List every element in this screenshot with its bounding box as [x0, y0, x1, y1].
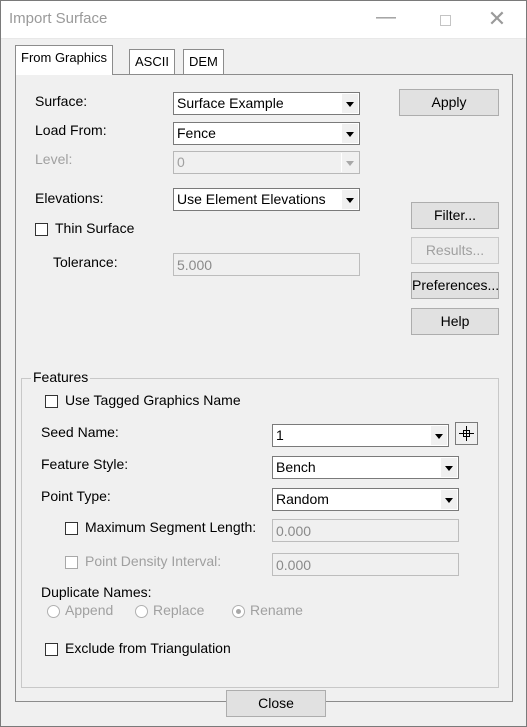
level-value: 0 [177, 154, 185, 170]
use-tagged-label: Use Tagged Graphics Name [65, 392, 241, 408]
exclude-triangulation-checkbox[interactable] [45, 643, 58, 656]
tolerance-input [174, 254, 359, 275]
title-bar[interactable]: Import Surface — ✕ [1, 1, 526, 39]
chevron-down-icon [341, 153, 358, 172]
max-segment-checkbox[interactable] [65, 522, 78, 535]
tab-dem[interactable]: DEM [183, 49, 224, 75]
level-select: 0 [173, 151, 360, 174]
rename-label: Rename [250, 602, 303, 618]
max-segment-input [273, 520, 458, 541]
surface-value: Surface Example [177, 95, 284, 111]
preferences-button[interactable]: Preferences... [411, 272, 499, 299]
surface-select[interactable]: Surface Example [173, 92, 360, 115]
tolerance-field [173, 253, 360, 276]
minimize-button[interactable]: — [366, 5, 406, 35]
chevron-down-icon[interactable] [440, 458, 457, 477]
window-title: Import Surface [9, 10, 108, 27]
replace-radio [135, 605, 148, 618]
chevron-down-icon[interactable] [341, 124, 358, 143]
duplicate-names-label: Duplicate Names: [41, 584, 152, 600]
maximize-button [425, 5, 465, 35]
feature-style-select[interactable]: Bench [272, 456, 459, 479]
apply-button[interactable]: Apply [399, 89, 499, 116]
load-from-select[interactable]: Fence [173, 122, 360, 145]
seed-name-select[interactable]: 1 [272, 424, 449, 447]
import-surface-dialog: Import Surface — ✕ From Graphics ASCII D… [0, 0, 527, 727]
point-density-label: Point Density Interval: [85, 553, 222, 569]
close-button[interactable]: Close [226, 690, 326, 717]
point-type-value: Random [276, 491, 329, 507]
maximize-icon [439, 15, 451, 26]
thin-surface-label: Thin Surface [55, 220, 135, 236]
tab-ascii[interactable]: ASCII [129, 49, 175, 75]
elevations-label: Elevations: [35, 190, 104, 206]
seed-name-value: 1 [276, 427, 284, 443]
tolerance-label: Tolerance: [53, 254, 118, 270]
point-density-field [272, 553, 459, 576]
replace-label: Replace [153, 602, 205, 618]
elevations-select[interactable]: Use Element Elevations [173, 188, 360, 211]
point-density-checkbox [65, 556, 78, 569]
append-label: Append [65, 602, 114, 618]
close-icon: ✕ [487, 6, 507, 31]
minimize-icon: — [376, 6, 396, 28]
append-radio [47, 605, 60, 618]
tab-from-graphics[interactable]: From Graphics [15, 45, 113, 75]
features-group-title: Features [31, 369, 91, 385]
seed-name-label: Seed Name: [41, 424, 119, 440]
rename-radio [232, 605, 245, 618]
load-from-value: Fence [177, 125, 216, 141]
help-button[interactable]: Help [411, 308, 499, 335]
load-from-label: Load From: [35, 122, 107, 138]
close-window-button[interactable]: ✕ [477, 5, 517, 35]
surface-label: Surface: [35, 93, 88, 109]
chevron-down-icon[interactable] [341, 190, 358, 209]
pick-element-button[interactable] [455, 422, 478, 445]
filter-button[interactable]: Filter... [411, 202, 499, 229]
chevron-down-icon[interactable] [430, 426, 447, 445]
max-segment-label: Maximum Segment Length: [85, 519, 257, 535]
chevron-down-icon[interactable] [440, 490, 457, 509]
elevations-value: Use Element Elevations [177, 191, 326, 207]
feature-style-value: Bench [276, 459, 316, 475]
point-type-select[interactable]: Random [272, 488, 459, 511]
results-button: Results... [411, 237, 499, 264]
point-density-input [273, 554, 458, 575]
crosshair-icon [459, 426, 474, 441]
chevron-down-icon[interactable] [341, 94, 358, 113]
max-segment-field [272, 519, 459, 542]
level-label: Level: [35, 151, 73, 167]
exclude-triangulation-label: Exclude from Triangulation [65, 640, 231, 656]
feature-style-label: Feature Style: [41, 456, 129, 472]
thin-surface-checkbox[interactable] [35, 223, 48, 236]
point-type-label: Point Type: [41, 488, 111, 504]
use-tagged-checkbox[interactable] [45, 395, 58, 408]
